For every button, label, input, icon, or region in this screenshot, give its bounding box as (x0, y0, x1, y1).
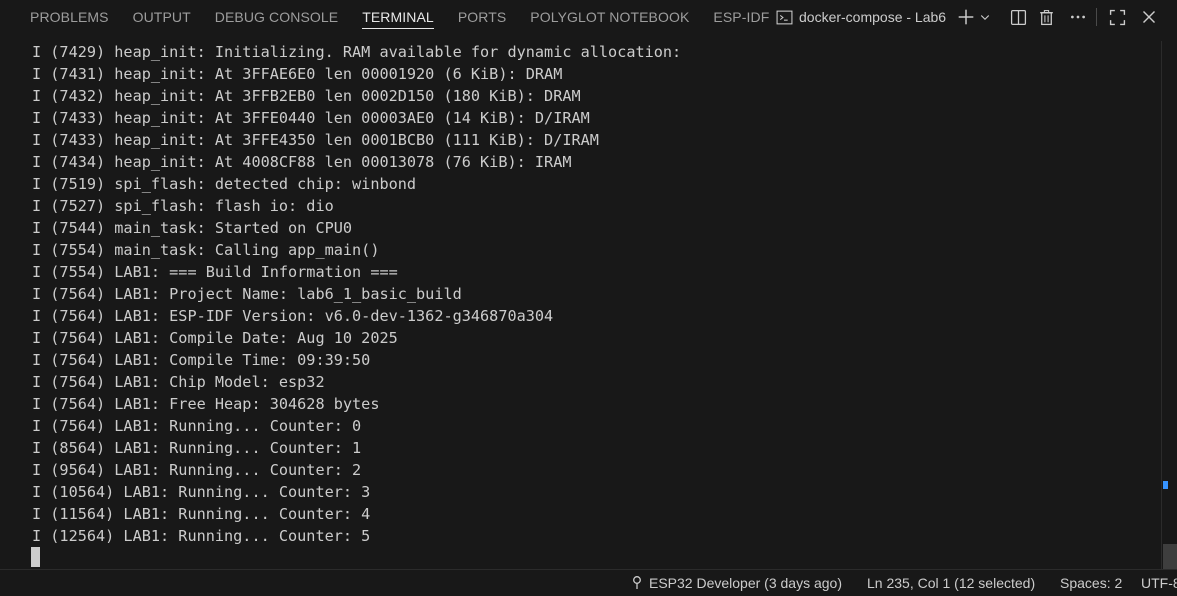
terminal-line: I (7564) LAB1: Free Heap: 304628 bytes (32, 395, 380, 413)
terminal-line: I (7527) spi_flash: flash io: dio (32, 197, 334, 215)
tab-polyglot-notebook[interactable]: POLYGLOT NOTEBOOK (522, 0, 697, 34)
terminal-line: I (9564) LAB1: Running... Counter: 2 (32, 461, 362, 479)
terminal-line: I (7432) heap_init: At 3FFB2EB0 len 0002… (32, 87, 581, 105)
panel-tabs: PROBLEMS OUTPUT DEBUG CONSOLE TERMINAL P… (0, 0, 785, 34)
tab-problems[interactable]: PROBLEMS (22, 0, 117, 34)
status-bar: ESP32 Developer (3 days ago) Ln 235, Col… (0, 569, 1177, 595)
terminal-line: I (8564) LAB1: Running... Counter: 1 (32, 439, 362, 457)
panel-header: PROBLEMS OUTPUT DEBUG CONSOLE TERMINAL P… (0, 0, 1177, 34)
terminal-line: I (7564) LAB1: ESP-IDF Version: v6.0-dev… (32, 307, 554, 325)
chevron-down-icon[interactable] (978, 5, 992, 29)
toolbar-separator (1096, 8, 1098, 26)
terminal-line: I (7564) LAB1: Compile Date: Aug 10 2025 (32, 329, 398, 347)
tab-terminal[interactable]: TERMINAL (354, 0, 442, 34)
git-blame-text: ESP32 Developer (3 days ago) (649, 575, 842, 591)
encoding-status[interactable]: UTF-8 (1141, 570, 1177, 596)
scrollbar-selection-marker (1163, 481, 1168, 489)
terminal-line: I (7519) spi_flash: detected chip: winbo… (32, 175, 417, 193)
terminal-line: I (7433) heap_init: At 3FFE0440 len 0000… (32, 109, 590, 127)
tab-debug-console[interactable]: DEBUG CONSOLE (207, 0, 346, 34)
terminal-line: I (10564) LAB1: Running... Counter: 3 (32, 483, 371, 501)
trash-icon[interactable] (1034, 5, 1058, 29)
terminal-line: I (7564) LAB1: Compile Time: 09:39:50 (32, 351, 371, 369)
terminal-scrollbar[interactable] (1161, 41, 1177, 569)
ellipsis-icon[interactable] (1066, 5, 1090, 29)
terminal-line: I (7564) LAB1: Project Name: lab6_1_basi… (32, 285, 462, 303)
tab-ports[interactable]: PORTS (450, 0, 514, 34)
terminal-line: I (11564) LAB1: Running... Counter: 4 (32, 505, 371, 523)
terminal-line: I (7429) heap_init: Initializing. RAM av… (32, 43, 682, 61)
maximize-icon[interactable] (1105, 5, 1129, 29)
terminal-icon (776, 9, 793, 26)
terminal-actions: docker-compose - Lab6 (772, 0, 1161, 34)
terminal-output[interactable]: I (7429) heap_init: Initializing. RAM av… (0, 41, 1161, 569)
terminal-line: I (12564) LAB1: Running... Counter: 5 (32, 527, 371, 545)
encoding-text: UTF-8 (1141, 575, 1177, 591)
split-icon[interactable] (1006, 5, 1030, 29)
indentation-status[interactable]: Spaces: 2 (1060, 570, 1122, 596)
terminal-line: I (7554) main_task: Calling app_main() (32, 241, 380, 259)
terminal-line: I (7544) main_task: Started on CPU0 (32, 219, 353, 237)
close-icon[interactable] (1137, 5, 1161, 29)
terminal-line: I (7433) heap_init: At 3FFE4350 len 0001… (32, 131, 599, 149)
terminal-line: I (7564) LAB1: Running... Counter: 0 (32, 417, 362, 435)
tab-output[interactable]: OUTPUT (125, 0, 199, 34)
terminal-line: I (7431) heap_init: At 3FFAE6E0 len 0000… (32, 65, 563, 83)
cursor-position-text: Ln 235, Col 1 (12 selected) (867, 575, 1036, 591)
tab-esp-idf[interactable]: ESP-IDF (705, 0, 777, 34)
terminal-instance-selector[interactable]: docker-compose - Lab6 (772, 9, 950, 26)
terminal-line: I (7554) LAB1: === Build Information === (32, 263, 398, 281)
indentation-text: Spaces: 2 (1060, 575, 1123, 591)
git-blame-status[interactable]: ESP32 Developer (3 days ago) (631, 570, 842, 596)
terminal-cursor (31, 547, 40, 567)
plus-icon[interactable] (954, 5, 978, 29)
terminal-instance-name: docker-compose - Lab6 (799, 9, 947, 25)
terminal-line: I (7434) heap_init: At 4008CF88 len 0001… (32, 153, 572, 171)
git-commit-icon (631, 574, 643, 593)
scrollbar-thumb[interactable] (1163, 544, 1177, 569)
cursor-position-status[interactable]: Ln 235, Col 1 (12 selected) (867, 570, 1035, 596)
terminal-line: I (7564) LAB1: Chip Model: esp32 (32, 373, 325, 391)
